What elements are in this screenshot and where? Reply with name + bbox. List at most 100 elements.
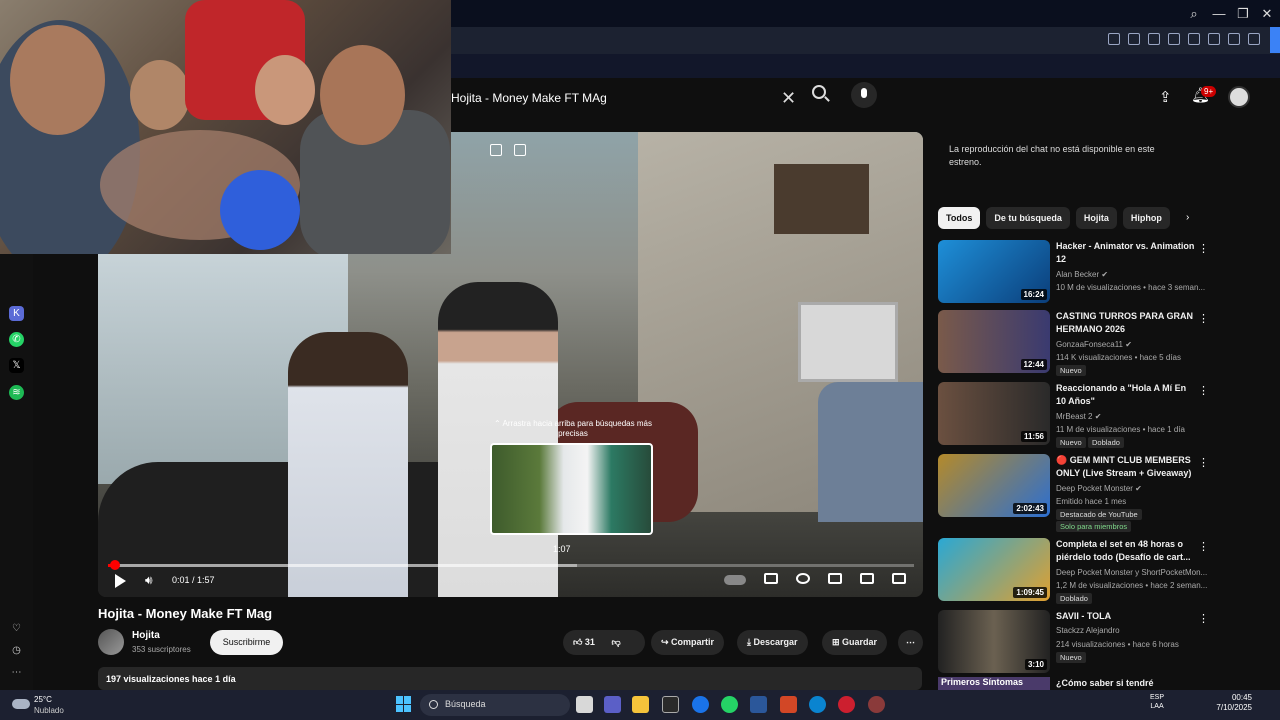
recommendation-item[interactable]: 2:02:43 🔴 GEM MINT CLUB MEMBERS ONLY (Li…	[938, 454, 1209, 532]
clock[interactable]: 00:45 7/10/2025	[1212, 693, 1252, 713]
language-indicator[interactable]: ESP LAA	[1150, 693, 1164, 711]
video-thumbnail[interactable]: 12:44	[938, 310, 1050, 373]
search-icon[interactable]	[812, 85, 826, 99]
powerpoint-icon[interactable]	[780, 696, 797, 713]
more-vert-icon[interactable]: ⋮	[1198, 540, 1209, 553]
chip-hojita[interactable]: Hojita	[1075, 207, 1117, 229]
weather-widget[interactable]: 25°C Nublado	[12, 695, 92, 717]
rec-title[interactable]: Completa el set en 48 horas o piérdelo t…	[1056, 538, 1196, 564]
dislike-icon[interactable]: 👎︎	[611, 637, 620, 647]
sparkle-icon[interactable]	[514, 144, 526, 156]
taskbar-search[interactable]: Búsqueda	[420, 694, 570, 716]
camera-icon[interactable]	[1128, 33, 1140, 45]
spotify-icon[interactable]: ≋	[9, 385, 24, 400]
more-vert-icon[interactable]: ⋮	[1198, 384, 1209, 397]
rec-channel[interactable]: GonzaaFonseca11 ✔	[1056, 340, 1132, 349]
profile-icon[interactable]	[1248, 33, 1260, 45]
like-count[interactable]: 31	[585, 637, 595, 647]
autoplay-toggle[interactable]	[724, 575, 746, 585]
more-icon[interactable]: ⋯	[9, 665, 24, 680]
recommendation-item[interactable]: 12:44 CASTING TURROS PARA GRAN HERMANO 2…	[938, 310, 1209, 376]
shield-icon[interactable]	[1148, 33, 1160, 45]
download-button[interactable]: ⤓ Descargar	[737, 630, 808, 655]
file-explorer-icon[interactable]	[576, 696, 593, 713]
video-thumbnail[interactable]: 1:09:45	[938, 538, 1050, 601]
recommendation-item[interactable]: 3:10 SAVII - TOLA Stackzz Alejandro 214 …	[938, 610, 1209, 676]
like-icon[interactable]: 👍︎	[573, 637, 585, 647]
close-button[interactable]: ✕	[1258, 5, 1276, 23]
word-icon[interactable]	[750, 696, 767, 713]
recommendation-item[interactable]: 16:24 Hacker - Animator vs. Animation 12…	[938, 240, 1209, 306]
rec-title[interactable]: ¿Cómo saber si tendré	[1056, 678, 1154, 688]
rec-title[interactable]: SAVII - TOLA	[1056, 610, 1196, 623]
sidebar-toggle[interactable]	[1270, 27, 1280, 53]
avatar[interactable]	[1228, 86, 1250, 108]
theater-mode-icon[interactable]	[828, 573, 842, 584]
rec-channel[interactable]: Deep Pocket Monster ✔	[1056, 484, 1142, 493]
search-input[interactable]: Hojita - Money Make FT MAg ✕	[451, 84, 801, 114]
opera-gx-icon[interactable]	[868, 696, 885, 713]
download-icon[interactable]	[1208, 33, 1220, 45]
subtitles-icon[interactable]	[764, 573, 778, 584]
start-button[interactable]	[396, 696, 412, 712]
close-icon[interactable]: ✕	[781, 89, 796, 107]
rec-channel[interactable]: Stackzz Alejandro	[1056, 626, 1120, 635]
heart-icon[interactable]: ♡	[9, 621, 24, 636]
rec-title[interactable]: CASTING TURROS PARA GRAN HERMANO 2026	[1056, 310, 1196, 336]
progress-scrubber[interactable]	[109, 560, 120, 570]
edge-icon[interactable]	[809, 696, 826, 713]
x-icon[interactable]: 𝕏	[9, 358, 24, 373]
video-thumbnail[interactable]: 16:24	[938, 240, 1050, 303]
progress-bar[interactable]	[108, 560, 914, 570]
search-query[interactable]: Hojita - Money Make FT MAg	[451, 91, 607, 105]
play-icon[interactable]	[1168, 33, 1180, 45]
more-vert-icon[interactable]: ⋮	[1198, 312, 1209, 325]
more-vert-icon[interactable]: ⋮	[1198, 242, 1209, 255]
heart-icon[interactable]	[1188, 33, 1200, 45]
rec-channel[interactable]: Deep Pocket Monster y ShortPocketMon...	[1056, 568, 1207, 577]
chip-hiphop[interactable]: Hiphop	[1122, 207, 1170, 229]
video-thumbnail[interactable]: Primeros Síntomas	[938, 677, 1050, 690]
recommendation-item[interactable]: 1:09:45 Completa el set en 48 horas o pi…	[938, 538, 1209, 604]
store-icon[interactable]	[662, 696, 679, 713]
settings-icon[interactable]	[796, 573, 810, 584]
channel-avatar[interactable]	[98, 629, 124, 655]
whatsapp-icon[interactable]	[721, 696, 738, 713]
description-box[interactable]: 197 visualizaciones hace 1 día	[98, 667, 922, 690]
video-thumbnail[interactable]: 11:56	[938, 382, 1050, 445]
chip-from-search[interactable]: De tu búsqueda	[986, 207, 1070, 229]
share-button[interactable]: ↪ Compartir	[651, 630, 725, 655]
play-button[interactable]	[115, 574, 126, 588]
miniplayer-icon[interactable]	[490, 144, 502, 156]
kick-icon[interactable]: K	[9, 306, 24, 321]
upload-icon[interactable]: ⇪	[1159, 88, 1172, 106]
save-button[interactable]: ⊞ Guardar	[822, 630, 888, 655]
teams-icon[interactable]	[604, 696, 621, 713]
rec-title[interactable]: 🔴 GEM MINT CLUB MEMBERS ONLY (Live Strea…	[1056, 454, 1196, 480]
maximize-button[interactable]: ❐	[1234, 5, 1252, 23]
whatsapp-icon[interactable]: ✆	[9, 332, 24, 347]
chip-all[interactable]: Todos	[938, 207, 981, 229]
rec-title[interactable]: Reaccionando a "Hola A Mí En 10 Años"	[1056, 382, 1196, 408]
more-vert-icon[interactable]: ⋮	[1198, 456, 1209, 469]
edit-icon[interactable]	[1108, 33, 1120, 45]
video-thumbnail[interactable]: 3:10	[938, 610, 1050, 673]
volume-icon[interactable]: 🔊︎	[145, 573, 153, 588]
subscribe-button[interactable]: Suscribirme	[210, 630, 283, 655]
chrome-icon[interactable]	[692, 696, 709, 713]
rec-channel[interactable]: MrBeast 2 ✔	[1056, 412, 1101, 421]
chevron-right-icon[interactable]: ›	[1186, 212, 1189, 223]
microphone-button[interactable]	[851, 82, 877, 108]
cast-icon[interactable]	[860, 573, 874, 584]
rec-title[interactable]: Hacker - Animator vs. Animation 12	[1056, 240, 1196, 266]
opera-icon[interactable]	[838, 696, 855, 713]
more-vert-icon[interactable]: ⋮	[1198, 612, 1209, 625]
menu-icon[interactable]	[1228, 33, 1240, 45]
recommendation-item[interactable]: 11:56 Reaccionando a "Hola A Mí En 10 Añ…	[938, 382, 1209, 448]
video-thumbnail[interactable]: 2:02:43	[938, 454, 1050, 517]
minimize-button[interactable]: —	[1210, 5, 1228, 23]
channel-name[interactable]: Hojita	[132, 630, 160, 641]
history-icon[interactable]: ◷	[9, 643, 24, 658]
search-icon[interactable]: ⌕	[1185, 5, 1203, 23]
folder-icon[interactable]	[632, 696, 649, 713]
